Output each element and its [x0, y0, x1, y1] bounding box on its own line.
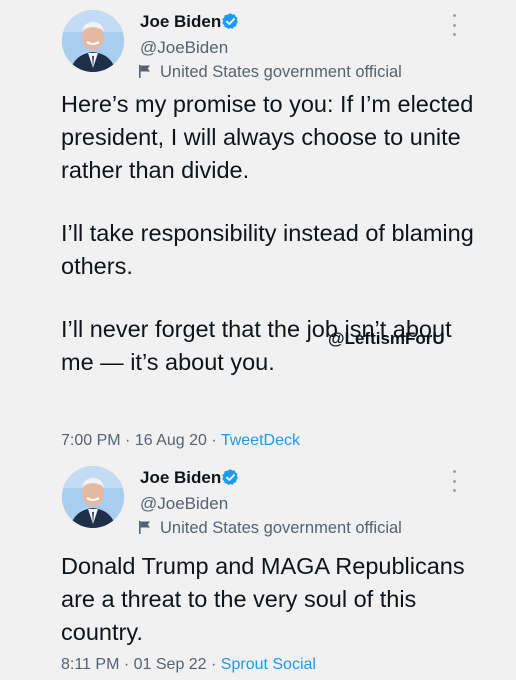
author-name[interactable]: Joe Biden [140, 468, 221, 488]
government-label: United States government official [138, 519, 402, 538]
tweet-paragraph: Donald Trump and MAGA Republicans are a … [61, 553, 465, 645]
avatar[interactable] [62, 466, 124, 528]
tweet-text: Donald Trump and MAGA Republicans are a … [61, 550, 481, 649]
tweet-date[interactable]: 16 Aug 20 [135, 432, 207, 449]
government-label-text: United States government official [160, 519, 402, 537]
meta-separator: · [206, 432, 221, 449]
tweet-time[interactable]: 7:00 PM [61, 432, 121, 449]
flag-icon [139, 521, 150, 534]
tweet-time[interactable]: 8:11 PM [61, 656, 119, 673]
more-options-icon[interactable] [450, 470, 458, 492]
tweet-source-link[interactable]: Sprout Social [221, 656, 316, 673]
verified-badge-icon [222, 469, 238, 486]
tweet-source-link[interactable]: TweetDeck [221, 432, 300, 449]
meta-separator: · [206, 656, 221, 673]
more-options-icon[interactable] [450, 14, 458, 36]
author-handle[interactable]: @JoeBiden [140, 494, 228, 514]
meta-separator: · [119, 656, 134, 673]
government-label-text: United States government official [160, 63, 402, 81]
tweet-paragraph: Here’s my promise to you: If I’m elected… [61, 91, 474, 183]
flag-icon [139, 65, 150, 78]
tweet-paragraph: I’ll take responsibility instead of blam… [61, 220, 474, 279]
tweet-meta: 8:11 PM · 01 Sep 22 · Sprout Social [61, 656, 316, 674]
meta-separator: · [120, 432, 135, 449]
tweet-meta: 7:00 PM · 16 Aug 20 · TweetDeck [61, 432, 300, 450]
government-label: United States government official [138, 63, 402, 82]
author-name[interactable]: Joe Biden [140, 12, 221, 32]
tweet-date[interactable]: 01 Sep 22 [134, 656, 207, 673]
avatar[interactable] [62, 10, 124, 72]
watermark: @LeftismForU [328, 329, 445, 348]
verified-badge-icon [222, 13, 238, 30]
author-handle[interactable]: @JoeBiden [140, 38, 228, 58]
